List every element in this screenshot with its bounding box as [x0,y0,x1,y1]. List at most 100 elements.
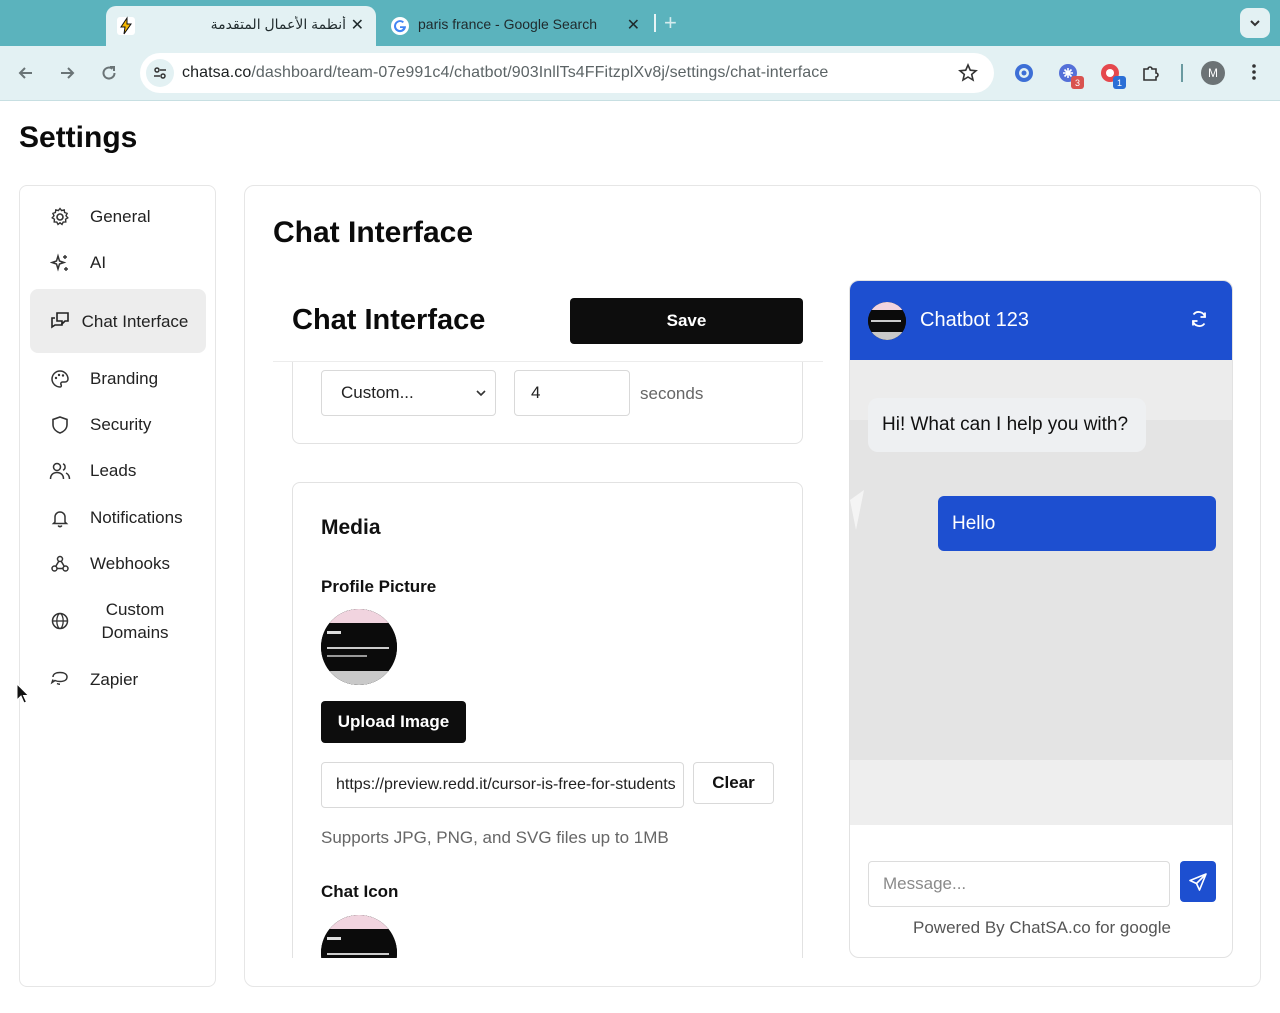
send-button[interactable] [1180,861,1216,902]
settings-sidebar: General AI Chat Interface Branding Secur… [19,185,216,987]
sidebar-item-label: Branding [90,369,159,388]
send-icon [1189,872,1207,891]
browser-toolbar: chatsa.co/dashboard/team-07e991c4/chatbo… [0,46,1280,101]
google-icon [390,16,410,36]
zapier-icon [49,669,71,691]
sidebar-item-chat-interface[interactable]: Chat Interface [30,289,206,353]
clear-button[interactable]: Clear [693,762,774,804]
chatbot-name: Chatbot 123 [920,309,1029,331]
sidebar-item-branding[interactable]: Branding [30,362,206,396]
extension-icon[interactable] [1011,60,1037,86]
url-text: chatsa.co/dashboard/team-07e991c4/chatbo… [182,64,829,81]
bolt-icon [116,16,136,36]
site-info-icon[interactable] [146,59,174,87]
form-header: Chat Interface Save [273,280,823,362]
chat-messages: Hi! What can I help you with? Hello [850,360,1232,825]
chevron-down-icon [1250,20,1260,27]
sidebar-item-custom-domains[interactable]: Custom Domains [30,589,206,653]
back-button[interactable] [13,60,39,86]
new-tab-icon[interactable]: + [664,10,677,36]
sidebar-item-label: Security [90,415,152,434]
browser-tab[interactable]: paris france - Google Search ✕ [380,6,652,46]
arrow-left-icon [18,67,32,79]
delay-select-value: Custom... [341,383,414,402]
media-card: Media Profile Picture Upload Image https… [292,482,803,958]
tab-search-button[interactable] [1240,8,1270,38]
profile-picture-preview [321,609,397,685]
bookmark-star-icon[interactable] [958,63,978,88]
arrow-right-icon [61,67,75,79]
extension-badge: 3 [1071,76,1084,89]
sidebar-item-label: AI [90,253,107,272]
extension-badge: 1 [1113,76,1126,89]
media-heading: Media [321,516,381,539]
main-panel: Chat Interface Chat Interface Save Custo… [244,185,1261,987]
sidebar-item-security[interactable]: Security [30,408,206,442]
page-title: Settings [19,121,138,154]
browser-tab-strip: أنظمة الأعمال المتقدمة ✕ paris france - … [0,0,1280,46]
profile-picture-label: Profile Picture [321,577,437,596]
sidebar-item-label: Custom Domains [101,600,169,642]
form-title: Chat Interface [292,304,486,336]
close-tab-icon[interactable]: ✕ [627,15,640,35]
sidebar-item-label: General [90,207,151,226]
message-delay-card: Custom... 4 seconds [292,362,803,444]
browser-tab-active[interactable]: أنظمة الأعمال المتقدمة ✕ [106,6,376,46]
sidebar-item-webhooks[interactable]: Webhooks [30,547,206,581]
section-title: Chat Interface [273,216,474,249]
sidebar-item-label: Webhooks [90,554,171,573]
tab-title: paris france - Google Search [418,16,597,32]
refresh-icon[interactable] [1188,308,1210,335]
bell-icon [49,507,71,529]
sidebar-item-label: Zapier [90,670,139,689]
puzzle-icon[interactable] [1138,60,1164,86]
chat-header: Chatbot 123 [850,281,1232,360]
toolbar-divider [1181,64,1183,82]
upload-image-button[interactable]: Upload Image [321,701,466,743]
chat-icon-preview [321,915,397,958]
upload-hint: Supports JPG, PNG, and SVG files up to 1… [321,828,669,847]
reload-icon [102,66,116,80]
message-input[interactable]: Message... [868,861,1170,907]
sidebar-item-label: Notifications [90,508,183,527]
delay-select[interactable]: Custom... [321,370,496,416]
address-bar[interactable]: chatsa.co/dashboard/team-07e991c4/chatbo… [140,53,994,93]
extension-icon[interactable]: 3 [1055,60,1084,89]
webhook-icon [49,553,71,575]
bot-message: Hi! What can I help you with? [868,398,1146,452]
chat-preview: Chatbot 123 Hi! What can I help you with… [849,280,1233,958]
powered-by-text: Powered By ChatSA.co for google [913,918,1171,937]
chat-icon-label: Chat Icon [321,882,399,901]
delay-unit-label: seconds [640,384,704,403]
palette-icon [49,368,71,390]
save-button[interactable]: Save [570,298,803,344]
mouse-cursor-icon [16,682,30,710]
tab-divider [654,14,656,32]
sidebar-item-notifications[interactable]: Notifications [30,501,206,535]
sidebar-item-label: Chat Interface [81,311,189,331]
sidebar-item-leads[interactable]: Leads [30,454,206,488]
reload-button[interactable] [96,60,122,86]
delay-seconds-input[interactable]: 4 [514,370,630,416]
globe-icon [49,610,71,632]
sidebar-item-general[interactable]: General [30,200,206,234]
chat-bubbles-icon [49,310,71,332]
sidebar-item-zapier[interactable]: Zapier [30,663,206,697]
chat-avatar [868,302,906,340]
chevron-down-icon [476,390,486,397]
sidebar-item-label: Leads [90,461,137,480]
gear-icon [49,206,71,228]
user-message: Hello [938,496,1216,551]
settings-form[interactable]: Custom... 4 seconds Media Profile Pictur… [273,362,823,958]
sparkles-icon [49,252,71,274]
close-tab-icon[interactable]: ✕ [351,15,364,35]
forward-button[interactable] [54,60,80,86]
more-menu-icon[interactable] [1244,62,1264,87]
shield-icon [49,414,71,436]
tab-title: أنظمة الأعمال المتقدمة [210,16,346,32]
image-url-input[interactable]: https://preview.redd.it/cursor-is-free-f… [321,762,684,808]
extension-icon[interactable]: 1 [1097,60,1126,89]
sidebar-item-ai[interactable]: AI [30,246,206,280]
users-icon [49,460,71,482]
profile-avatar[interactable]: M [1201,61,1225,85]
